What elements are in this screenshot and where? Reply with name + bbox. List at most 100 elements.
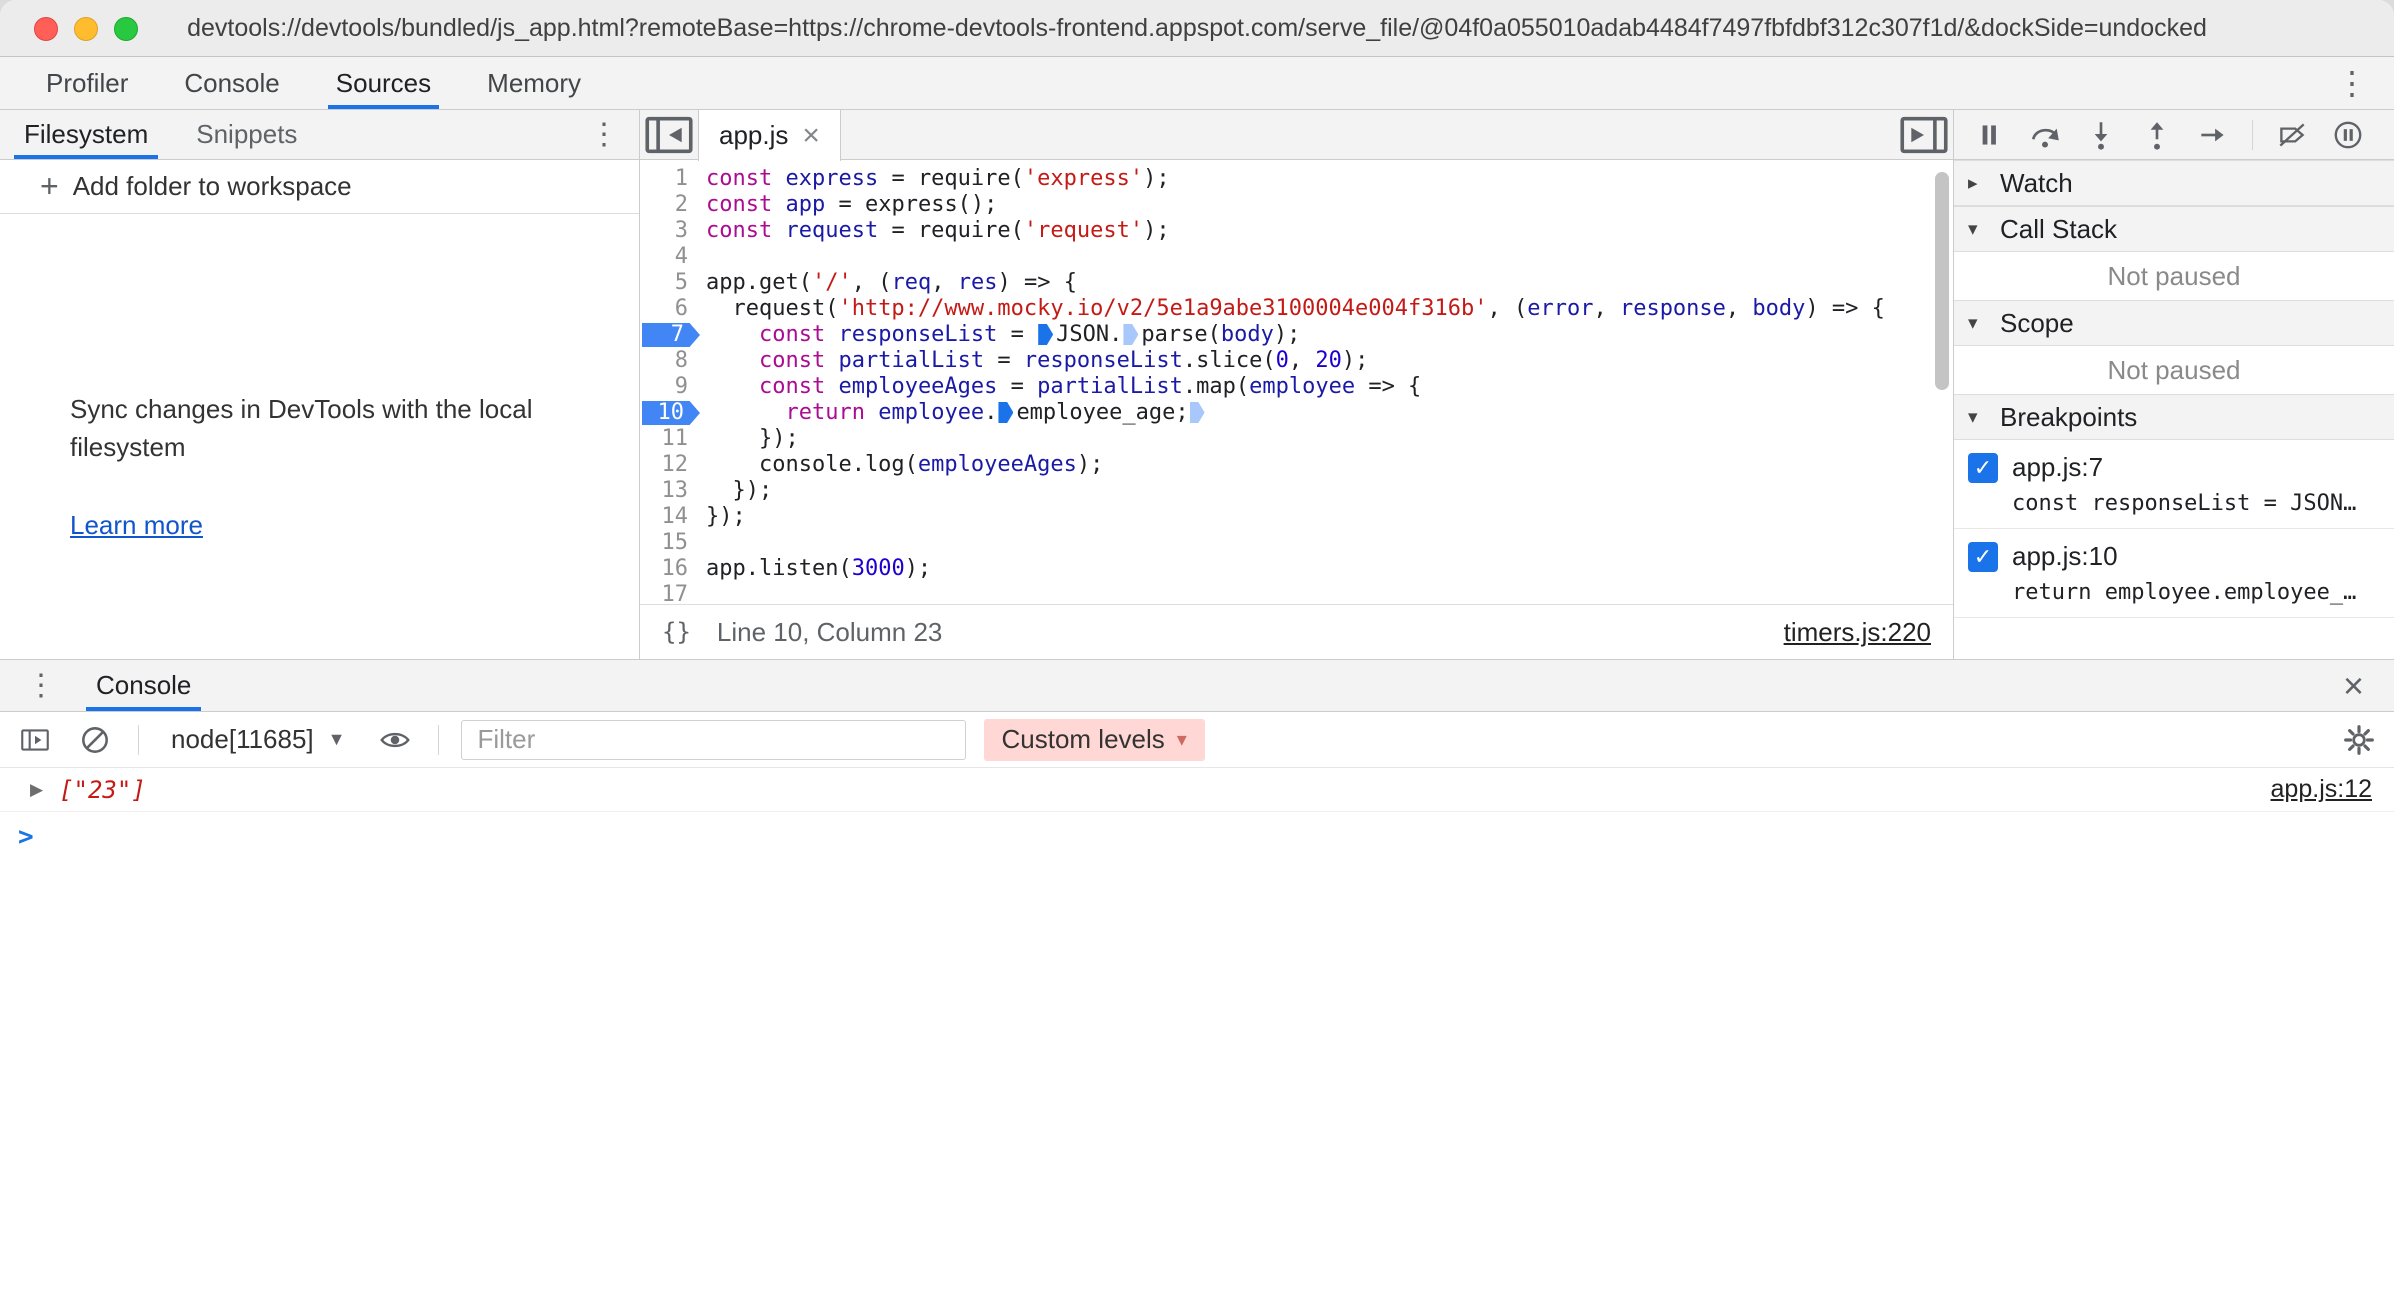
line-number-14[interactable]: 14: [640, 504, 702, 530]
expand-disclosure-icon[interactable]: ▶: [30, 780, 43, 800]
breakpoint-marker[interactable]: 10: [642, 401, 700, 425]
console-log-value[interactable]: ["23"]: [59, 776, 146, 804]
toolbar-separator: [2252, 120, 2253, 150]
code-line-5[interactable]: app.get('/', (req, res) => {: [706, 270, 1953, 296]
navigator-menu-kebab-icon[interactable]: ⋮: [569, 110, 639, 159]
learn-more-link[interactable]: Learn more: [70, 510, 639, 541]
breakpoint-checkbox[interactable]: ✓: [1968, 453, 1998, 483]
line-number-12[interactable]: 12: [640, 452, 702, 478]
drawer-menu-kebab-icon[interactable]: ⋮: [10, 660, 72, 711]
step-into-button[interactable]: [2080, 114, 2122, 156]
line-number-17[interactable]: 17: [640, 582, 702, 604]
tab-profiler[interactable]: Profiler: [18, 57, 156, 109]
tab-console[interactable]: Console: [156, 57, 307, 109]
code-line-13[interactable]: });: [706, 478, 1953, 504]
breakpoints-section-header[interactable]: ▾ Breakpoints: [1954, 394, 2394, 440]
line-number-11[interactable]: 11: [640, 426, 702, 452]
code-line-17[interactable]: [706, 582, 1953, 604]
breakpoint-location: app.js:10: [2012, 541, 2118, 572]
step-out-button[interactable]: [2136, 114, 2178, 156]
code-line-8[interactable]: const partialList = responseList.slice(0…: [706, 348, 1953, 374]
panel-right-collapse-icon: [1895, 106, 1953, 164]
hide-navigator-button[interactable]: [640, 110, 698, 159]
hide-debugger-button[interactable]: [1895, 110, 1953, 159]
tab-filesystem[interactable]: Filesystem: [0, 110, 172, 159]
code-line-16[interactable]: app.listen(3000);: [706, 556, 1953, 582]
line-number-6[interactable]: 6: [640, 296, 702, 322]
console-filter-input[interactable]: [461, 720, 966, 760]
code-line-7[interactable]: const responseList = JSON.parse(body);: [706, 322, 1953, 348]
call-stack-section-header[interactable]: ▾ Call Stack: [1954, 206, 2394, 252]
chevron-right-icon: ▸: [1968, 172, 1988, 195]
code-editor[interactable]: 1234567891011121314151617 const express …: [640, 160, 1953, 604]
tab-sources[interactable]: Sources: [308, 57, 459, 109]
clear-console-icon: [78, 723, 112, 757]
step-over-button[interactable]: [2024, 114, 2066, 156]
breakpoint-code-preview: return employee.employee_…: [2012, 580, 2380, 605]
inline-breakpoint-icon[interactable]: [998, 402, 1013, 423]
scope-label: Scope: [2000, 308, 2074, 339]
file-tab-appjs[interactable]: app.js ×: [698, 110, 841, 161]
code-line-3[interactable]: const request = require('request');: [706, 218, 1953, 244]
console-sidebar-toggle-button[interactable]: [14, 719, 56, 761]
line-number-7[interactable]: 7: [640, 322, 702, 348]
execution-context-selector[interactable]: node[11685] ▼: [161, 724, 356, 755]
devtools-menu-kebab-icon[interactable]: ⋮: [2310, 57, 2394, 109]
line-number-8[interactable]: 8: [640, 348, 702, 374]
code-line-11[interactable]: });: [706, 426, 1953, 452]
drawer-tab-console[interactable]: Console: [72, 660, 215, 711]
line-number-16[interactable]: 16: [640, 556, 702, 582]
breakpoint-marker[interactable]: 7: [642, 323, 700, 347]
breakpoint-entry[interactable]: ✓ app.js:7 const responseList = JSON…: [1954, 440, 2394, 529]
code-content: const express = require('express');const…: [702, 160, 1953, 604]
code-line-14[interactable]: });: [706, 504, 1953, 530]
clear-console-button[interactable]: [74, 719, 116, 761]
line-number-1[interactable]: 1: [640, 166, 702, 192]
code-line-2[interactable]: const app = express();: [706, 192, 1953, 218]
watch-section-header[interactable]: ▸ Watch: [1954, 160, 2394, 206]
code-line-12[interactable]: console.log(employeeAges);: [706, 452, 1953, 478]
close-drawer-icon[interactable]: ×: [2323, 660, 2384, 711]
line-number-13[interactable]: 13: [640, 478, 702, 504]
close-window-button[interactable]: [34, 17, 58, 41]
pretty-print-icon[interactable]: {}: [662, 618, 691, 646]
code-line-15[interactable]: [706, 530, 1953, 556]
code-line-4[interactable]: [706, 244, 1953, 270]
scope-section-header[interactable]: ▾ Scope: [1954, 300, 2394, 346]
code-line-6[interactable]: request('http://www.mocky.io/v2/5e1a9abe…: [706, 296, 1953, 322]
add-folder-button[interactable]: + Add folder to workspace: [0, 160, 639, 214]
deactivate-breakpoints-button[interactable]: [2271, 114, 2313, 156]
breakpoint-checkbox[interactable]: ✓: [1968, 542, 1998, 572]
inline-breakpoint-icon[interactable]: [1038, 324, 1053, 345]
line-number-15[interactable]: 15: [640, 530, 702, 556]
line-number-3[interactable]: 3: [640, 218, 702, 244]
log-levels-label: Custom levels: [1002, 724, 1165, 755]
console-source-link[interactable]: app.js:12: [2271, 775, 2372, 804]
line-number-5[interactable]: 5: [640, 270, 702, 296]
line-number-10[interactable]: 10: [640, 400, 702, 426]
breakpoint-entry[interactable]: ✓ app.js:10 return employee.employee_…: [1954, 529, 2394, 618]
console-prompt[interactable]: >: [0, 812, 2394, 852]
status-source-link[interactable]: timers.js:220: [1784, 617, 1931, 648]
tab-memory[interactable]: Memory: [459, 57, 609, 109]
create-live-expression-button[interactable]: [374, 719, 416, 761]
inline-breakpoint-candidate-icon[interactable]: [1190, 402, 1205, 423]
code-line-9[interactable]: const employeeAges = partialList.map(emp…: [706, 374, 1953, 400]
code-line-10[interactable]: return employee.employee_age;: [706, 400, 1953, 426]
pause-button[interactable]: [1968, 114, 2010, 156]
close-tab-icon[interactable]: ×: [802, 121, 820, 151]
tab-snippets[interactable]: Snippets: [172, 110, 321, 159]
editor-scrollbar[interactable]: [1935, 172, 1949, 390]
line-number-2[interactable]: 2: [640, 192, 702, 218]
line-number-4[interactable]: 4: [640, 244, 702, 270]
minimize-window-button[interactable]: [74, 17, 98, 41]
line-number-9[interactable]: 9: [640, 374, 702, 400]
pause-on-exceptions-button[interactable]: [2327, 114, 2369, 156]
step-button[interactable]: [2192, 114, 2234, 156]
code-line-1[interactable]: const express = require('express');: [706, 166, 1953, 192]
console-settings-button[interactable]: [2338, 719, 2380, 761]
inline-breakpoint-candidate-icon[interactable]: [1123, 324, 1138, 345]
log-levels-dropdown[interactable]: Custom levels ▾: [984, 719, 1205, 761]
deactivate-breakpoints-icon: [2275, 118, 2309, 152]
zoom-window-button[interactable]: [114, 17, 138, 41]
